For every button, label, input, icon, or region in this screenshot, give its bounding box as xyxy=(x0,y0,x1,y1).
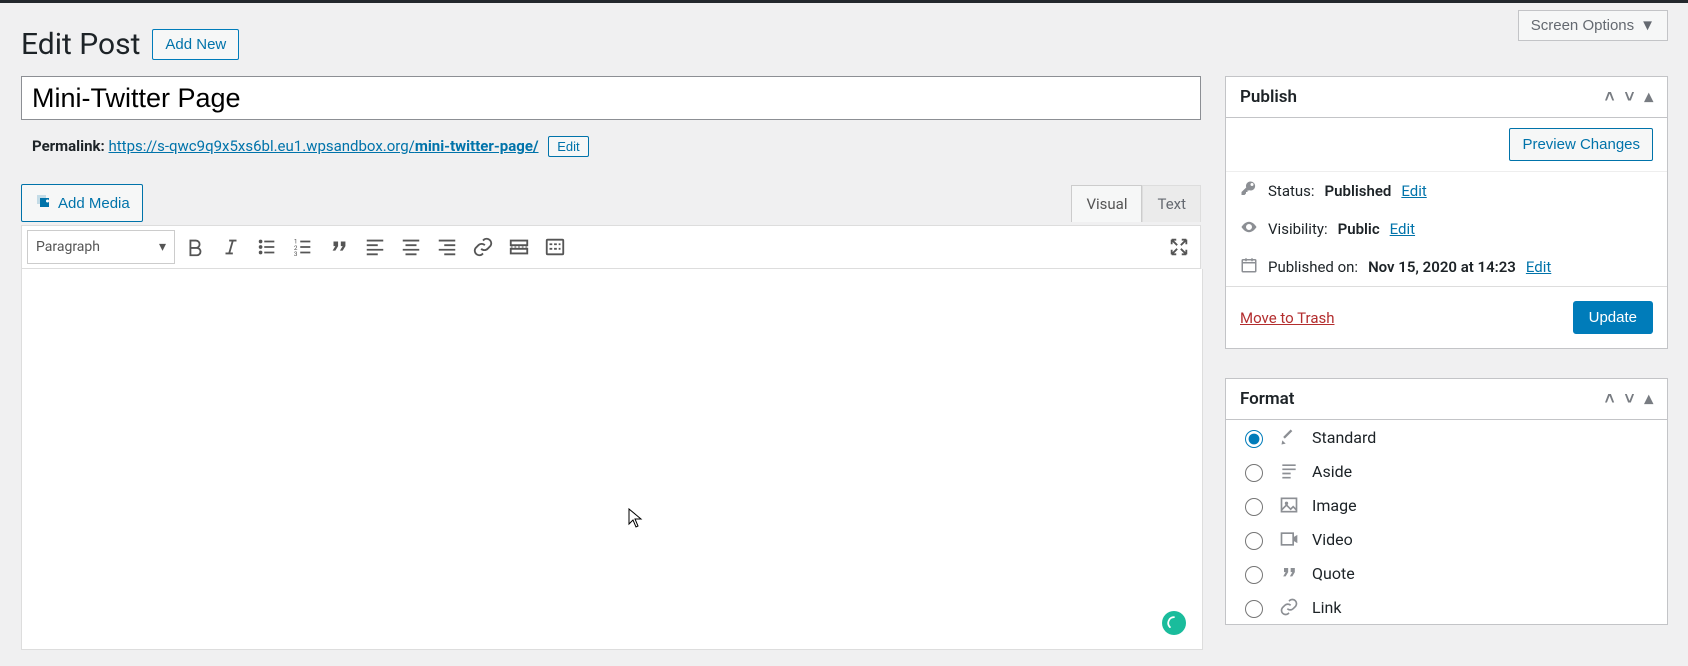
format-option-image[interactable]: Image xyxy=(1226,488,1667,522)
key-icon xyxy=(1240,180,1258,202)
update-button[interactable]: Update xyxy=(1573,301,1653,334)
media-icon xyxy=(34,192,52,214)
align-left-button[interactable] xyxy=(359,231,391,263)
calendar-icon xyxy=(1240,256,1258,278)
visibility-value: Public xyxy=(1338,220,1380,238)
format-label: Standard xyxy=(1312,428,1376,447)
format-selector-label: Paragraph xyxy=(36,239,100,255)
preview-changes-button[interactable]: Preview Changes xyxy=(1509,128,1653,161)
format-box-title: Format xyxy=(1240,389,1295,409)
format-label: Quote xyxy=(1312,564,1355,583)
align-right-button[interactable] xyxy=(431,231,463,263)
format-radio-quote[interactable] xyxy=(1245,566,1263,584)
screen-options-label: Screen Options xyxy=(1531,17,1634,34)
add-media-button[interactable]: Add Media xyxy=(21,184,143,222)
format-option-video[interactable]: Video xyxy=(1226,522,1667,556)
panel-up-icon[interactable]: ˄ xyxy=(1605,87,1615,107)
link-icon xyxy=(1278,596,1300,618)
permalink-link[interactable]: https://s-qwc9q9x5xs6bl.eu1.wpsandbox.or… xyxy=(109,137,539,155)
read-more-button[interactable] xyxy=(503,231,535,263)
image-icon xyxy=(1278,494,1300,516)
align-center-button[interactable] xyxy=(395,231,427,263)
italic-button[interactable] xyxy=(215,231,247,263)
chevron-down-icon: ▼ xyxy=(1640,17,1655,34)
format-option-standard[interactable]: Standard xyxy=(1226,420,1667,454)
format-option-link[interactable]: Link xyxy=(1226,590,1667,624)
add-new-button[interactable]: Add New xyxy=(152,29,239,60)
status-circle-icon xyxy=(1162,611,1186,635)
published-value: Nov 15, 2020 at 14:23 xyxy=(1368,258,1516,276)
permalink-label: Permalink: xyxy=(32,137,105,155)
tab-text[interactable]: Text xyxy=(1142,185,1201,222)
edit-schedule-link[interactable]: Edit xyxy=(1526,258,1551,276)
panel-toggle-icon[interactable]: ▴ xyxy=(1644,389,1653,409)
format-radio-aside[interactable] xyxy=(1245,464,1263,482)
bullet-list-button[interactable] xyxy=(251,231,283,263)
format-radio-image[interactable] xyxy=(1245,498,1263,516)
svg-text:3: 3 xyxy=(294,250,298,258)
format-option-quote[interactable]: Quote xyxy=(1226,556,1667,590)
status-label: Status: xyxy=(1268,182,1315,200)
standard-icon xyxy=(1278,426,1300,448)
panel-up-icon[interactable]: ˄ xyxy=(1605,389,1615,409)
format-label: Aside xyxy=(1312,462,1352,481)
content-editor[interactable] xyxy=(21,269,1203,650)
published-label: Published on: xyxy=(1268,258,1358,276)
format-label: Image xyxy=(1312,496,1357,515)
visibility-label: Visibility: xyxy=(1268,220,1328,238)
panel-down-icon[interactable]: ˅ xyxy=(1625,87,1635,107)
format-label: Link xyxy=(1312,598,1341,617)
format-radio-video[interactable] xyxy=(1245,532,1263,550)
eye-icon xyxy=(1240,218,1258,240)
add-media-label: Add Media xyxy=(58,195,130,212)
post-title-input[interactable] xyxy=(21,76,1201,120)
quote-icon xyxy=(1278,562,1300,584)
tab-visual[interactable]: Visual xyxy=(1071,185,1142,222)
toolbar-toggle-button[interactable] xyxy=(539,231,571,263)
video-icon xyxy=(1278,528,1300,550)
screen-options-button[interactable]: Screen Options ▼ xyxy=(1518,10,1668,41)
blockquote-button[interactable] xyxy=(323,231,355,263)
edit-permalink-button[interactable]: Edit xyxy=(548,136,588,157)
trash-link[interactable]: Move to Trash xyxy=(1240,309,1334,327)
status-value: Published xyxy=(1325,182,1392,200)
chevron-down-icon: ▾ xyxy=(159,239,166,255)
bold-button[interactable] xyxy=(179,231,211,263)
fullscreen-button[interactable] xyxy=(1163,231,1195,263)
format-label: Video xyxy=(1312,530,1353,549)
aside-icon xyxy=(1278,460,1300,482)
panel-toggle-icon[interactable]: ▴ xyxy=(1644,87,1653,107)
numbered-list-button[interactable]: 123 xyxy=(287,231,319,263)
publish-box-title: Publish xyxy=(1240,87,1297,107)
format-option-aside[interactable]: Aside xyxy=(1226,454,1667,488)
format-radio-link[interactable] xyxy=(1245,600,1263,618)
format-radio-standard[interactable] xyxy=(1245,430,1263,448)
page-title: Edit Post xyxy=(21,27,140,62)
edit-status-link[interactable]: Edit xyxy=(1401,182,1426,200)
edit-visibility-link[interactable]: Edit xyxy=(1390,220,1415,238)
format-selector[interactable]: Paragraph ▾ xyxy=(27,230,175,264)
panel-down-icon[interactable]: ˅ xyxy=(1625,389,1635,409)
link-button[interactable] xyxy=(467,231,499,263)
